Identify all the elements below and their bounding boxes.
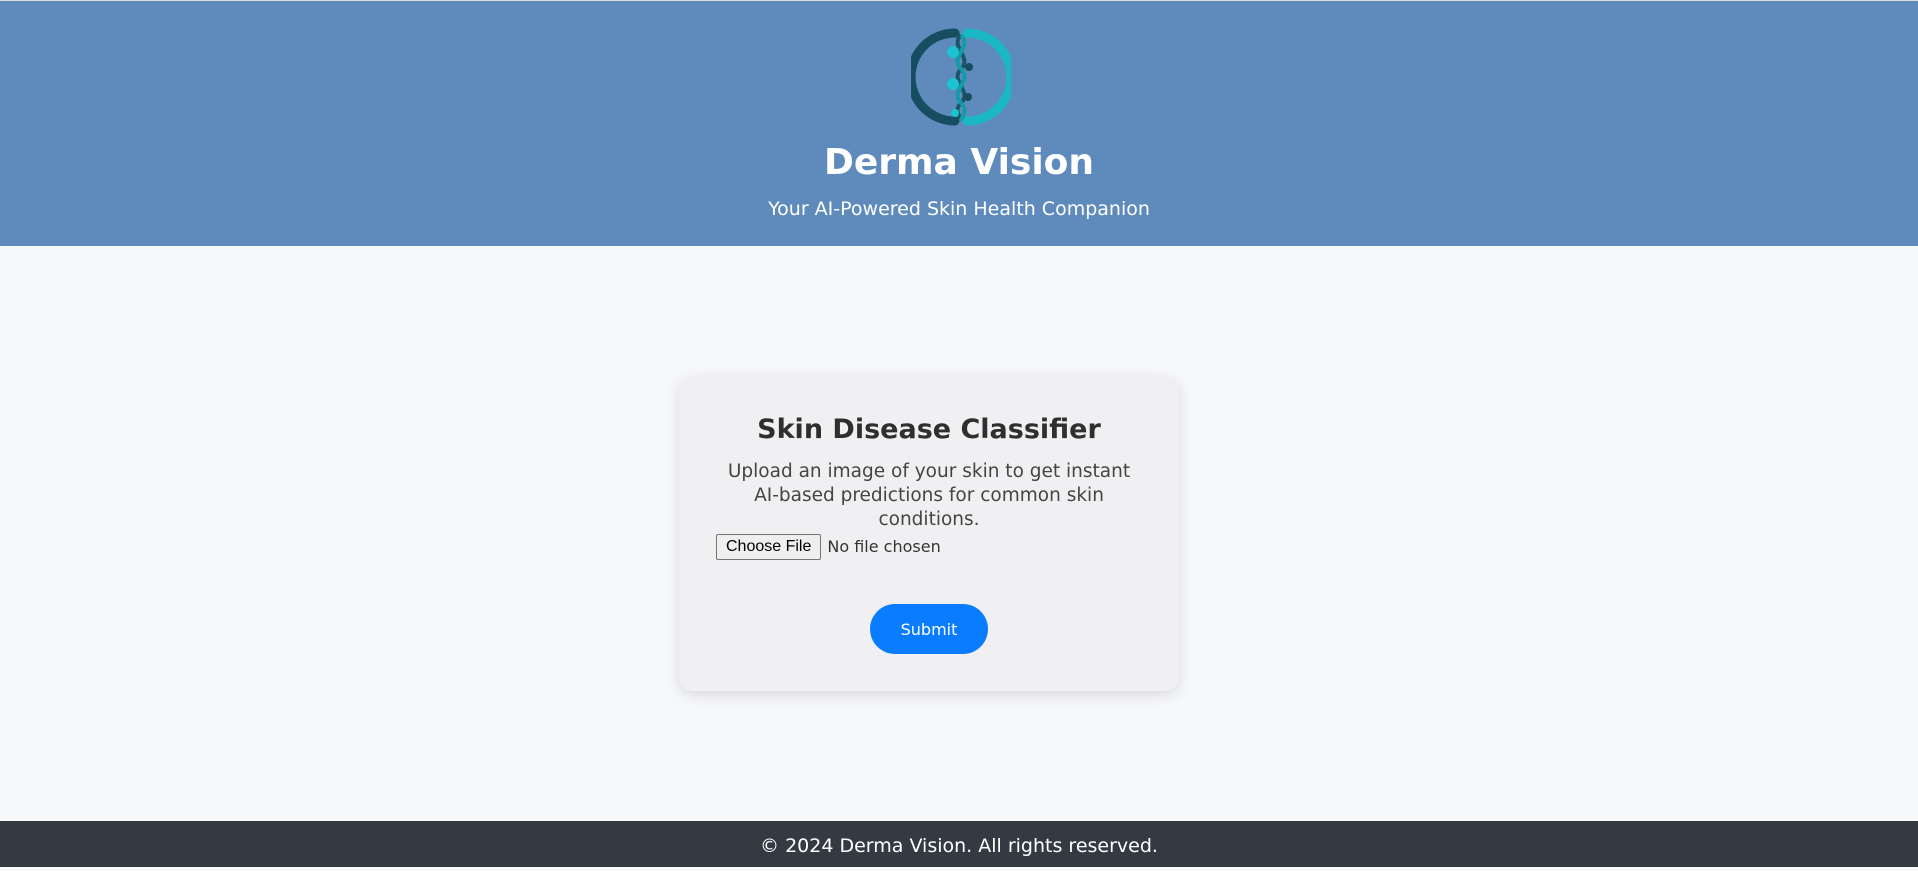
choose-file-button[interactable]: Choose File (716, 534, 822, 560)
file-status-text: No file chosen (827, 537, 941, 556)
classifier-title: Skin Disease Classifier (757, 414, 1101, 445)
file-input[interactable]: Choose File No file chosen (716, 534, 941, 560)
classifier-description: Upload an image of your skin to get inst… (727, 461, 1131, 530)
dna-logo-icon (911, 28, 1011, 126)
submit-button[interactable]: Submit (870, 604, 988, 654)
site-title: Derma Vision (823, 142, 1095, 183)
site-header: Derma Vision Your AI-Powered Skin Health… (0, 0, 1918, 246)
footer-copyright: © 2024 Derma Vision. All rights reserved… (760, 835, 1158, 857)
site-tagline: Your AI-Powered Skin Health Companion (768, 198, 1150, 220)
site-footer: © 2024 Derma Vision. All rights reserved… (0, 821, 1918, 867)
classifier-card: Skin Disease Classifier Upload an image … (679, 376, 1179, 691)
